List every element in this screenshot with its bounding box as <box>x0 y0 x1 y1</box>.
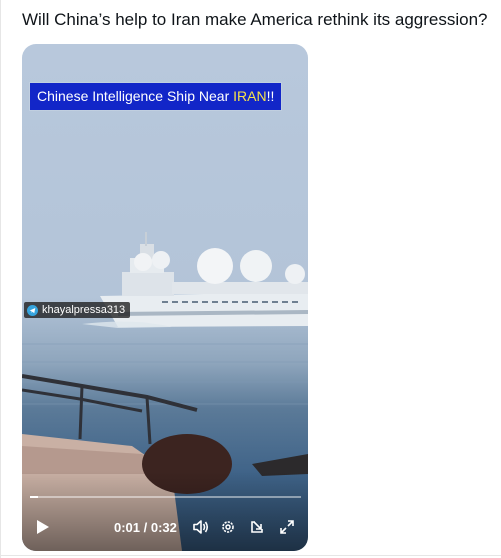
time-current: 0:01 <box>114 520 141 535</box>
post-text: Will China’s help to Iran make America r… <box>22 10 488 29</box>
time-separator: / <box>140 520 151 535</box>
play-button[interactable] <box>34 518 52 536</box>
time-display: 0:01 / 0:32 <box>114 520 177 535</box>
settings-gear-icon <box>222 521 234 533</box>
controls-overlay <box>22 471 308 551</box>
left-divider <box>0 0 1 558</box>
time-total: 0:32 <box>150 520 177 535</box>
settings-button[interactable] <box>219 518 237 536</box>
fullscreen-icon <box>280 520 294 534</box>
progress-bar[interactable] <box>30 496 301 498</box>
banner-text-suffix: !! <box>266 88 275 104</box>
volume-button[interactable] <box>191 518 211 536</box>
bottom-divider <box>0 555 501 556</box>
telegram-icon <box>27 304 38 316</box>
banner-text-prefix: Chinese Intelligence Ship Near <box>37 88 234 104</box>
progress-fill <box>30 496 39 498</box>
play-icon <box>37 520 49 534</box>
banner-text-highlight: IRAN <box>233 88 267 104</box>
popout-icon <box>251 521 263 533</box>
watermark-label: khayalpressa313 <box>42 304 126 316</box>
telegram-watermark: khayalpressa313 <box>24 302 131 318</box>
volume-icon <box>193 520 209 534</box>
video-caption-banner: Chinese Intelligence Ship Near IRAN!! <box>30 83 282 110</box>
fullscreen-button[interactable] <box>278 518 296 536</box>
popout-button[interactable] <box>248 518 266 536</box>
video-player[interactable]: Chinese Intelligence Ship Near IRAN!! kh… <box>22 44 308 551</box>
